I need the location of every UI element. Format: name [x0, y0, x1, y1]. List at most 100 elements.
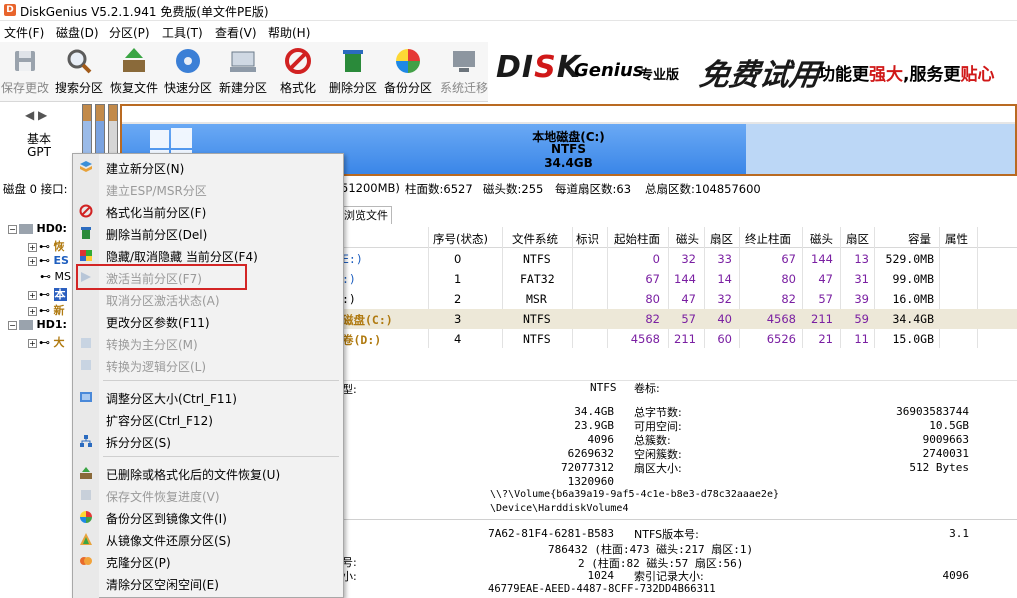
detail-value: 34.4GB: [574, 405, 614, 418]
ntfs-version-label: NTFS版本号:: [634, 528, 699, 541]
menu-item-convert-primary[interactable]: 转换为主分区(M): [73, 332, 343, 354]
promo-banner[interactable]: DISK Genius 专业版 免费试用 功能更强大,服务更贴心: [488, 42, 1017, 102]
menu-disk[interactable]: 磁盘(D): [56, 24, 99, 41]
tree-item-hd1-part[interactable]: + ⊷ 大: [28, 334, 65, 350]
backup-icon: [396, 49, 420, 73]
restore-icon: [80, 533, 92, 545]
new-partition-button[interactable]: 新建分区: [215, 46, 271, 98]
format-icon: [79, 204, 93, 218]
app-icon: D: [4, 4, 16, 16]
menu-item-hide[interactable]: 隐藏/取消隐藏 当前分区(F4): [73, 244, 343, 266]
resize-icon: [80, 392, 92, 402]
backup-partition-button[interactable]: 备份分区: [380, 46, 436, 98]
detail-value: 2740031: [922, 447, 969, 460]
delete-icon: [343, 50, 363, 72]
tree-hd1[interactable]: − HD1:: [8, 318, 67, 331]
menu-item-save-progress[interactable]: 保存文件恢复进度(V): [73, 484, 343, 506]
menu-item-wipe-free-space[interactable]: 清除分区空闲空间(E): [73, 572, 343, 594]
menu-file[interactable]: 文件(F): [4, 24, 44, 41]
menu-item-new-partition[interactable]: 建立新分区(N): [73, 156, 343, 178]
slogan: 功能更强大,服务更贴心: [818, 65, 995, 85]
recover-files-button[interactable]: 恢复文件: [106, 46, 162, 98]
device-path: \Device\HarddiskVolume4: [490, 503, 629, 514]
save-changes-button[interactable]: 保存更改: [0, 46, 53, 98]
table-header: 序号(状态) 文件系统 标识 起始柱面 磁头 扇区 终止柱面 磁头 扇区 容量 …: [340, 227, 1017, 248]
detail-volume-label: 卷标:: [634, 382, 660, 395]
detail-label: 扇区大小:: [634, 462, 682, 475]
tree-item-d[interactable]: + ⊷ 新: [28, 302, 65, 318]
menu-tools[interactable]: 工具(T): [162, 24, 203, 41]
detail-value: 10.5GB: [929, 419, 969, 432]
trial-text: 免费试用: [697, 58, 822, 93]
menu-item-split[interactable]: 拆分分区(S): [73, 430, 343, 452]
table-row[interactable]: :) 1 FAT32 67 144 14 80 47 31 99.0MB: [340, 269, 1017, 289]
brand-name: Genius: [574, 60, 644, 81]
record-size: 1024: [587, 569, 615, 582]
menu-item-deactivate[interactable]: 取消分区激活状态(A): [73, 288, 343, 310]
menu-item-convert-logical[interactable]: 转换为逻辑分区(L): [73, 354, 343, 376]
clone-icon: [80, 557, 92, 565]
ntfs-version: 3.1: [949, 527, 969, 540]
highlight-box: [76, 264, 247, 290]
detail-value: 6269632: [567, 447, 614, 460]
disk-tree[interactable]: − HD0: + ⊷ 恢 + ⊷ ES ⊷ MS + ⊷ 本 + ⊷ 新 − HD1: …: [0, 216, 75, 598]
menu-item-clone[interactable]: 克隆分区(P): [73, 550, 343, 572]
brand-logo: DISK: [496, 50, 581, 85]
search-partition-button[interactable]: 搜索分区: [51, 46, 107, 98]
detail-value: 512 Bytes: [909, 461, 969, 474]
table-row[interactable]: E:) 0 NTFS 0 32 33 67 144 13 529.0MB: [340, 249, 1017, 269]
format-icon: [285, 48, 311, 74]
menu-help[interactable]: 帮助(H): [268, 24, 310, 41]
quick-partition-button[interactable]: 快速分区: [160, 46, 216, 98]
recover-icon: [80, 467, 92, 479]
recover-icon: [123, 48, 145, 72]
table-row[interactable]: :) 2 MSR 80 47 32 82 57 39 16.0MB: [340, 289, 1017, 309]
system-migration-button[interactable]: 系统迁移: [436, 46, 492, 98]
menu-item-delete[interactable]: 删除当前分区(Del): [73, 222, 343, 244]
menu-item-restore-image[interactable]: 从镜像文件还原分区(S): [73, 528, 343, 550]
detail-value: 1320960: [567, 475, 614, 488]
backup-icon: [80, 511, 92, 523]
tab-browse-files[interactable]: 浏览文件: [340, 206, 392, 224]
tree-hd0[interactable]: − HD0:: [8, 222, 67, 235]
menu-item-backup-image[interactable]: 备份分区到镜像文件(I): [73, 506, 343, 528]
menu-view[interactable]: 查看(V): [215, 24, 257, 41]
format-button[interactable]: 格式化: [270, 46, 326, 98]
menu-item-format[interactable]: 格式化当前分区(F): [73, 200, 343, 222]
menu-partition[interactable]: 分区(P): [109, 24, 150, 41]
menu-bar: 文件(F) 磁盘(D) 分区(P) 工具(T) 查看(V) 帮助(H): [0, 21, 1017, 42]
delete-partition-button[interactable]: 删除分区: [325, 46, 381, 98]
split-icon: [80, 435, 92, 447]
edition-label: 专业版: [640, 68, 680, 83]
new-partition-icon: [230, 51, 256, 72]
detail-value: 36903583744: [896, 405, 969, 418]
convert-icon: [81, 360, 91, 370]
table-row[interactable]: 卷(D:) 4 NTFS 4568 211 60 6526 21 11 15.0…: [340, 329, 1017, 349]
tree-item-msr[interactable]: ⊷ MS: [40, 270, 71, 283]
tree-item-esp[interactable]: + ⊷ ES: [28, 254, 69, 267]
convert-icon: [81, 338, 91, 348]
menu-item-file-recovery[interactable]: 已删除或格式化后的文件恢复(U): [73, 462, 343, 484]
detail-value: 23.9GB: [574, 419, 614, 432]
hide-icon: [80, 250, 92, 261]
save-icon: [15, 51, 35, 71]
tree-item-recovery[interactable]: + ⊷ 恢: [28, 238, 65, 254]
search-icon: [67, 49, 92, 74]
save-icon: [81, 490, 91, 500]
table-row-selected[interactable]: 磁盘(C:) 3 NTFS 82 57 40 4568 211 59 34.4G…: [340, 309, 1017, 329]
disk-type: 基本 GPT: [26, 132, 51, 159]
disk-icon: [176, 49, 200, 73]
menu-item-resize[interactable]: 调整分区大小(Ctrl_F11): [73, 386, 343, 408]
detail-value: 72077312: [561, 461, 614, 474]
delete-icon: [81, 227, 91, 239]
disk-nav-arrows[interactable]: ◀ ▶: [25, 108, 47, 122]
partition-context-menu: 建立新分区(N) 建立ESP/MSR分区 格式化当前分区(F) 删除当前分区(D…: [72, 153, 344, 598]
menu-item-create-esp-msr[interactable]: 建立ESP/MSR分区: [73, 178, 343, 200]
tree-item-c[interactable]: + ⊷ 本: [28, 286, 67, 302]
menu-item-extend[interactable]: 扩容分区(Ctrl_F12): [73, 408, 343, 430]
menu-item-change-params[interactable]: 更改分区参数(F11): [73, 310, 343, 332]
volume-serial: 7A62-81F4-6281-B583: [488, 527, 614, 540]
record-size-label: 小:: [342, 570, 357, 583]
volume-guid: 46779EAE-AEED-4487-8CFF-732DD4B66311: [488, 583, 716, 595]
index-size: 4096: [942, 569, 970, 582]
